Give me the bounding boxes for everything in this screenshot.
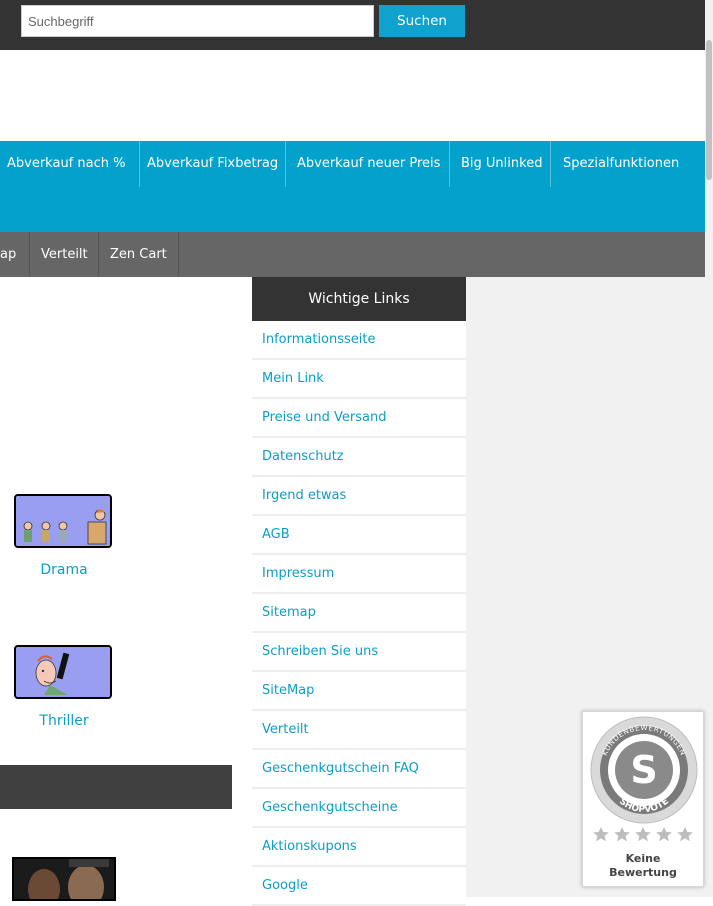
top-search-bar: Suchen [0, 0, 705, 50]
nav-item-abverkauf-fixbetrag[interactable]: Abverkauf Fixbetrag [139, 141, 278, 187]
section-header-bar [0, 765, 232, 809]
nav-item-abverkauf-neuer-preis[interactable]: Abverkauf neuer Preis [285, 141, 440, 187]
search-button[interactable]: Suchen [379, 5, 465, 37]
sidebox-link[interactable]: Datenschutz [252, 438, 466, 477]
shopvote-rating-badge[interactable]: S KUNDENBEWERTUNGEN SHOPVOTE Keine Bewer… [582, 711, 704, 887]
nav-item-sitemap[interactable]: ap [0, 232, 30, 277]
sidebox-link[interactable]: Irgend etwas [252, 477, 466, 516]
badge-rating-text: Keine Bewertung [583, 852, 703, 880]
sidebox-link[interactable]: Mein Link [252, 360, 466, 399]
secondary-nav: ap Verteilt Zen Cart [0, 232, 705, 277]
badge-line-1: Keine [625, 852, 661, 865]
category-thriller-image[interactable] [14, 645, 112, 699]
sidebox-link[interactable]: Aktionskupons [252, 828, 466, 867]
sidebox-link[interactable]: Informationsseite [252, 321, 466, 360]
sidebox-link[interactable]: Schreiben Sie uns [252, 633, 466, 672]
nav-item-spezialfunktionen[interactable]: Spezialfunktionen [550, 141, 679, 187]
search-input[interactable] [21, 5, 374, 37]
product-image[interactable] [12, 857, 116, 901]
star-icon [677, 827, 693, 842]
sidebox-link[interactable]: Sitemap [252, 594, 466, 633]
category-thriller-label[interactable]: Thriller [14, 713, 114, 729]
sidebox-link[interactable]: Geschenkgutschein FAQ [252, 750, 466, 789]
nav-item-abverkauf-prozent[interactable]: Abverkauf nach % [0, 141, 125, 187]
nav-item-zen-cart[interactable]: Zen Cart [99, 232, 179, 277]
primary-nav: Abverkauf nach % Abverkauf Fixbetrag Abv… [0, 141, 705, 232]
nav-item-verteilt[interactable]: Verteilt [30, 232, 99, 277]
sidebox-link-list: Informationsseite Mein Link Preise und V… [252, 321, 466, 906]
sidebox-link[interactable]: SiteMap [252, 672, 466, 711]
sidebox-link[interactable]: Impressum [252, 555, 466, 594]
category-drama[interactable]: Drama [14, 494, 114, 578]
sidebox-link[interactable]: Google [252, 867, 466, 906]
category-drama-label[interactable]: Drama [14, 562, 114, 578]
sidebox-link[interactable]: Verteilt [252, 711, 466, 750]
scrollbar-thumb[interactable] [706, 40, 712, 180]
star-icon [656, 827, 672, 842]
category-drama-image[interactable] [14, 494, 112, 548]
category-thriller[interactable]: Thriller [14, 645, 114, 729]
star-icon [593, 827, 609, 842]
star-icon [635, 827, 651, 842]
sidebox-title: Wichtige Links [252, 277, 466, 321]
sidebox-link[interactable]: Geschenkgutscheine [252, 789, 466, 828]
sidebox-link[interactable]: Preise und Versand [252, 399, 466, 438]
important-links-box: Wichtige Links Informationsseite Mein Li… [252, 277, 466, 906]
nav-item-big-unlinked[interactable]: Big Unlinked [449, 141, 542, 187]
badge-line-2: Bewertung [609, 866, 677, 879]
sidebox-link[interactable]: AGB [252, 516, 466, 555]
star-icon [614, 827, 630, 842]
svg-text:S: S [630, 748, 657, 792]
rating-stars [593, 827, 693, 842]
